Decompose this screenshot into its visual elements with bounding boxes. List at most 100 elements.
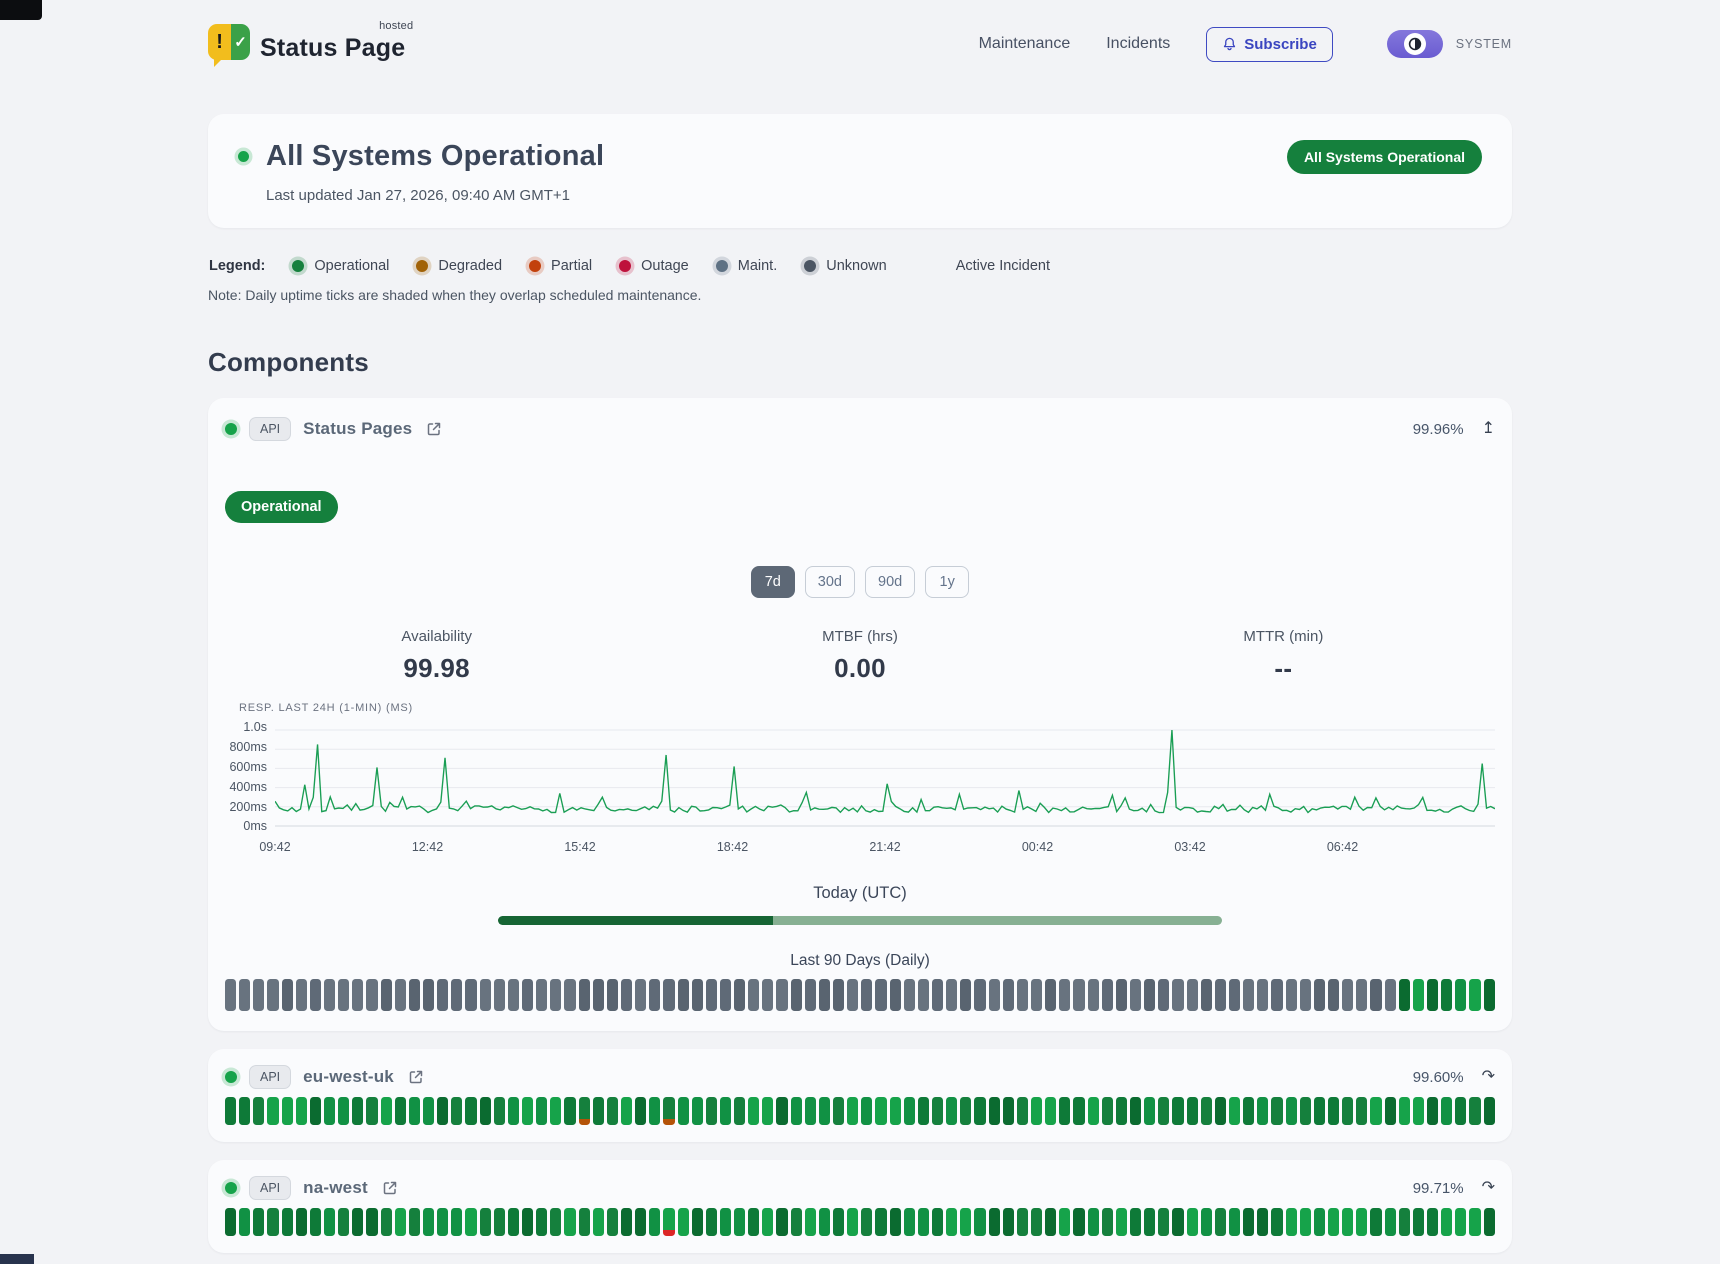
uptime-day-tick[interactable] <box>1243 1097 1254 1125</box>
uptime-day-tick[interactable] <box>1031 1097 1042 1125</box>
uptime-day-tick[interactable] <box>762 1208 773 1236</box>
external-link-icon[interactable] <box>426 421 442 437</box>
logo[interactable]: ! ✓ Status Page hosted <box>208 24 405 64</box>
uptime-day-tick[interactable] <box>762 1097 773 1125</box>
uptime-day-tick[interactable] <box>1314 1208 1325 1236</box>
uptime-day-tick[interactable] <box>1257 1208 1268 1236</box>
uptime-day-tick[interactable] <box>946 979 957 1011</box>
uptime-day-tick[interactable] <box>946 1097 957 1125</box>
uptime-day-tick[interactable] <box>1017 979 1028 1011</box>
uptime-day-tick[interactable] <box>1243 1208 1254 1236</box>
uptime-day-tick[interactable] <box>579 979 590 1011</box>
uptime-day-tick[interactable] <box>734 1097 745 1125</box>
uptime-day-tick[interactable] <box>593 979 604 1011</box>
uptime-day-tick[interactable] <box>296 1208 307 1236</box>
uptime-day-tick[interactable] <box>550 1097 561 1125</box>
uptime-day-tick[interactable] <box>1059 1208 1070 1236</box>
uptime-day-tick[interactable] <box>635 1097 646 1125</box>
uptime-day-tick[interactable] <box>352 1208 363 1236</box>
uptime-day-tick[interactable] <box>1073 1208 1084 1236</box>
uptime-day-tick[interactable] <box>1342 979 1353 1011</box>
uptime-day-tick[interactable] <box>550 979 561 1011</box>
uptime-day-tick[interactable] <box>1370 1208 1381 1236</box>
uptime-day-tick[interactable] <box>791 979 802 1011</box>
uptime-day-tick[interactable] <box>1328 1097 1339 1125</box>
uptime-day-tick[interactable] <box>776 979 787 1011</box>
uptime-day-tick[interactable] <box>1399 979 1410 1011</box>
uptime-day-tick[interactable] <box>1300 1208 1311 1236</box>
uptime-day-tick[interactable] <box>1158 979 1169 1011</box>
external-link-icon[interactable] <box>408 1069 424 1085</box>
uptime-day-tick[interactable] <box>282 979 293 1011</box>
uptime-day-tick[interactable] <box>706 979 717 1011</box>
uptime-day-tick[interactable] <box>1003 979 1014 1011</box>
uptime-day-tick[interactable] <box>805 1097 816 1125</box>
uptime-day-tick[interactable] <box>564 979 575 1011</box>
uptime-day-tick[interactable] <box>678 979 689 1011</box>
uptime-day-tick[interactable] <box>409 1208 420 1236</box>
uptime-day-tick[interactable] <box>791 1208 802 1236</box>
uptime-day-tick[interactable] <box>451 1208 462 1236</box>
uptime-day-tick[interactable] <box>494 1208 505 1236</box>
uptime-day-tick[interactable] <box>395 1208 406 1236</box>
uptime-day-tick[interactable] <box>1201 1208 1212 1236</box>
uptime-day-tick[interactable] <box>861 1208 872 1236</box>
uptime-history-bar[interactable] <box>225 1208 1495 1236</box>
uptime-day-tick[interactable] <box>508 1208 519 1236</box>
uptime-day-tick[interactable] <box>1257 1097 1268 1125</box>
uptime-day-tick[interactable] <box>1243 979 1254 1011</box>
uptime-day-tick[interactable] <box>1455 1208 1466 1236</box>
uptime-day-tick[interactable] <box>946 1208 957 1236</box>
uptime-day-tick[interactable] <box>847 1208 858 1236</box>
uptime-day-tick[interactable] <box>1031 1208 1042 1236</box>
uptime-day-tick[interactable] <box>239 1208 250 1236</box>
uptime-day-tick[interactable] <box>904 1208 915 1236</box>
uptime-day-tick[interactable] <box>762 979 773 1011</box>
uptime-day-tick[interactable] <box>875 979 886 1011</box>
uptime-day-tick[interactable] <box>1187 979 1198 1011</box>
uptime-day-tick[interactable] <box>564 1208 575 1236</box>
uptime-day-tick[interactable] <box>918 1208 929 1236</box>
uptime-day-tick[interactable] <box>310 979 321 1011</box>
uptime-day-tick[interactable] <box>607 1097 618 1125</box>
uptime-day-tick[interactable] <box>324 1208 335 1236</box>
uptime-day-tick[interactable] <box>1484 1097 1495 1125</box>
external-link-icon[interactable] <box>382 1180 398 1196</box>
uptime-day-tick[interactable] <box>890 979 901 1011</box>
uptime-day-tick[interactable] <box>918 1097 929 1125</box>
uptime-day-tick[interactable] <box>310 1097 321 1125</box>
uptime-day-tick[interactable] <box>720 979 731 1011</box>
uptime-day-tick[interactable] <box>720 1208 731 1236</box>
uptime-day-tick[interactable] <box>706 1097 717 1125</box>
uptime-day-tick[interactable] <box>1172 979 1183 1011</box>
uptime-day-tick[interactable] <box>1342 1097 1353 1125</box>
uptime-day-tick[interactable] <box>1441 1208 1452 1236</box>
uptime-day-tick[interactable] <box>1073 979 1084 1011</box>
uptime-day-tick[interactable] <box>1455 1097 1466 1125</box>
component-header[interactable]: API Status Pages 99.96% ↥ <box>225 417 1495 441</box>
uptime-day-tick[interactable] <box>267 979 278 1011</box>
uptime-day-tick[interactable] <box>282 1097 293 1125</box>
uptime-day-tick[interactable] <box>366 1097 377 1125</box>
uptime-day-tick[interactable] <box>522 1208 533 1236</box>
uptime-day-tick[interactable] <box>1229 1097 1240 1125</box>
uptime-day-tick[interactable] <box>960 979 971 1011</box>
range-button-7d[interactable]: 7d <box>751 566 795 598</box>
uptime-day-tick[interactable] <box>465 979 476 1011</box>
uptime-day-tick[interactable] <box>1130 979 1141 1011</box>
uptime-day-tick[interactable] <box>649 979 660 1011</box>
uptime-day-tick[interactable] <box>974 979 985 1011</box>
uptime-day-tick[interactable] <box>1469 979 1480 1011</box>
expand-arrow-icon[interactable]: ↷ <box>1482 1180 1495 1196</box>
uptime-day-tick[interactable] <box>480 1208 491 1236</box>
uptime-day-tick[interactable] <box>1201 1097 1212 1125</box>
uptime-day-tick[interactable] <box>663 979 674 1011</box>
uptime-day-tick[interactable] <box>649 1208 660 1236</box>
uptime-day-tick[interactable] <box>465 1208 476 1236</box>
uptime-day-tick[interactable] <box>409 979 420 1011</box>
uptime-day-tick[interactable] <box>635 1208 646 1236</box>
uptime-day-tick[interactable] <box>1229 1208 1240 1236</box>
uptime-day-tick[interactable] <box>253 979 264 1011</box>
collapse-arrow-icon[interactable]: ↥ <box>1482 421 1495 437</box>
uptime-day-tick[interactable] <box>338 979 349 1011</box>
